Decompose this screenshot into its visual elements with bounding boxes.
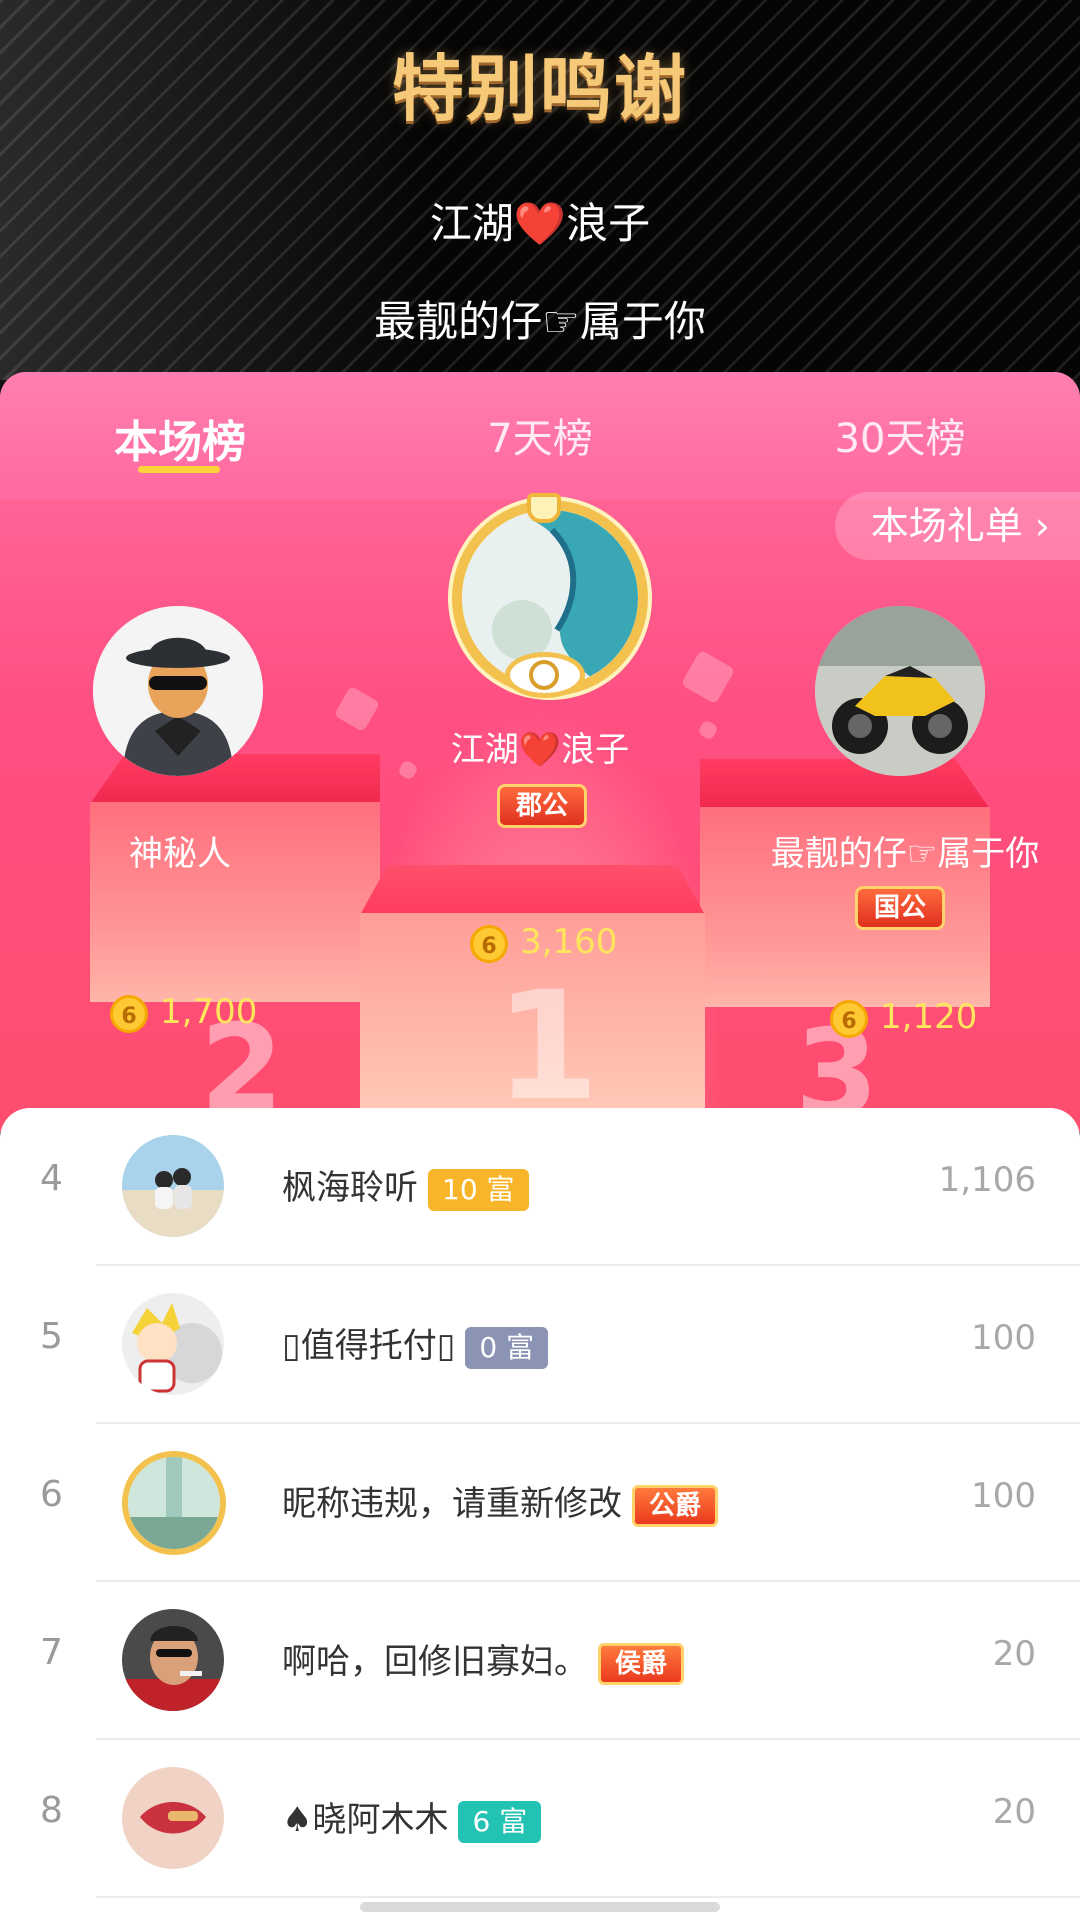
tab-7-days[interactable]: 7天榜 — [390, 406, 690, 464]
first-place-score: 6 3,160 — [470, 920, 617, 964]
third-place-title-badge: 国公 — [855, 886, 946, 930]
user-name-row: ♠晓阿木木 6 富 — [282, 1792, 542, 1843]
motorcycle-avatar-image — [815, 606, 985, 776]
wealth-level-badge: 10 富 — [428, 1168, 529, 1211]
second-place-name: 神秘人 — [129, 834, 231, 874]
third-place-score: 6 1,120 — [830, 995, 977, 1039]
user-name: 啊哈，回修旧寡妇。 — [282, 1642, 588, 1682]
couple-beach-avatar-image — [122, 1135, 224, 1237]
first-place-title-badge: 郡公 — [497, 784, 588, 828]
user-name: ▯值得托付▯ — [282, 1326, 456, 1366]
noble-title-badge: 公爵 — [632, 1484, 719, 1527]
home-indicator — [360, 1902, 720, 1912]
avatar[interactable] — [122, 1135, 224, 1237]
rank-number: 6 — [40, 1474, 63, 1515]
thanks-banner: 特别鸣谢 江湖❤️浪子 最靓的仔☞属于你 — [0, 0, 1080, 380]
list-item[interactable]: 5 ▯值得托付▯ 0 富 100 — [0, 1266, 1080, 1424]
user-name: 枫海聆听 — [282, 1168, 418, 1208]
list-item[interactable]: 8 ♠晓阿木木 6 富 20 — [0, 1740, 1080, 1898]
score-value: 3,160 — [520, 922, 618, 962]
man-photo-avatar-image — [122, 1609, 224, 1711]
coin-icon: 6 — [830, 999, 868, 1038]
avatar[interactable] — [122, 1451, 226, 1555]
divider — [96, 1896, 1080, 1898]
banner-title: 特别鸣谢 — [391, 47, 688, 131]
score-value: 1,700 — [160, 992, 258, 1032]
crown-jewel-icon — [529, 660, 559, 690]
active-tab-indicator — [138, 466, 220, 473]
user-name: 昵称违规，请重新修改 — [282, 1484, 622, 1524]
tab-bar: 本场榜 7天榜 30天榜 — [0, 372, 1080, 500]
user-name: ♠晓阿木木 — [282, 1800, 449, 1840]
wealth-level-badge: 0 富 — [465, 1326, 549, 1369]
second-place-avatar[interactable] — [93, 606, 263, 776]
coin-icon: 6 — [470, 924, 508, 963]
contribution-value: 1,106 — [938, 1160, 1036, 1200]
contribution-value: 20 — [992, 1792, 1036, 1832]
banner-thanks-user-1: 江湖❤️浪子 — [429, 199, 651, 248]
lips-avatar-image — [122, 1767, 224, 1869]
gift-list-button[interactable]: 本场礼单 › — [834, 492, 1080, 560]
user-name-row: ▯值得托付▯ 0 富 — [282, 1318, 549, 1369]
third-place-name: 最靓的仔☞属于你 — [770, 834, 1040, 874]
user-name-row: 昵称违规，请重新修改 公爵 — [282, 1476, 719, 1527]
podium-3-top — [700, 759, 990, 809]
avatar[interactable] — [122, 1293, 224, 1395]
user-name-row: 啊哈，回修旧寡妇。 侯爵 — [282, 1634, 685, 1685]
ranking-list: 4 枫海聆听 10 富 1,106 5 ▯值得托付▯ 0 富 100 6 昵称违… — [0, 1108, 1080, 1920]
contribution-value: 100 — [971, 1476, 1036, 1516]
cartoon-boy-avatar-image — [122, 1293, 224, 1395]
user-name-row: 枫海聆听 10 富 — [282, 1160, 529, 1211]
rank-number: 4 — [40, 1158, 63, 1199]
list-item[interactable]: 7 啊哈，回修旧寡妇。 侯爵 20 — [0, 1582, 1080, 1740]
score-value: 1,120 — [880, 997, 978, 1037]
rank-number: 7 — [40, 1632, 63, 1673]
avatar[interactable] — [122, 1767, 224, 1869]
third-place-avatar[interactable] — [815, 606, 985, 776]
banner-thanks-user-2: 最靓的仔☞属于你 — [374, 297, 706, 346]
crown-gem-icon — [527, 493, 561, 523]
contribution-value: 20 — [992, 1634, 1036, 1674]
rank-number: 5 — [40, 1316, 63, 1357]
second-place-score: 6 1,700 — [110, 990, 257, 1034]
wealth-level-badge: 6 富 — [458, 1800, 542, 1843]
first-place-name: 江湖❤️浪子 — [450, 730, 630, 770]
rank-number: 8 — [40, 1790, 63, 1831]
noble-title-badge: 侯爵 — [598, 1642, 685, 1685]
podium-1-top — [360, 865, 705, 915]
list-item[interactable]: 6 昵称违规，请重新修改 公爵 100 — [0, 1424, 1080, 1582]
waterfall-avatar-image — [128, 1457, 220, 1549]
tab-this-session[interactable]: 本场榜 — [30, 406, 330, 470]
avatar[interactable] — [122, 1609, 224, 1711]
tab-30-days[interactable]: 30天榜 — [750, 406, 1050, 464]
mystery-person-icon — [93, 606, 263, 776]
coin-icon: 6 — [110, 994, 148, 1033]
list-item[interactable]: 4 枫海聆听 10 富 1,106 — [0, 1108, 1080, 1266]
contribution-value: 100 — [971, 1318, 1036, 1358]
